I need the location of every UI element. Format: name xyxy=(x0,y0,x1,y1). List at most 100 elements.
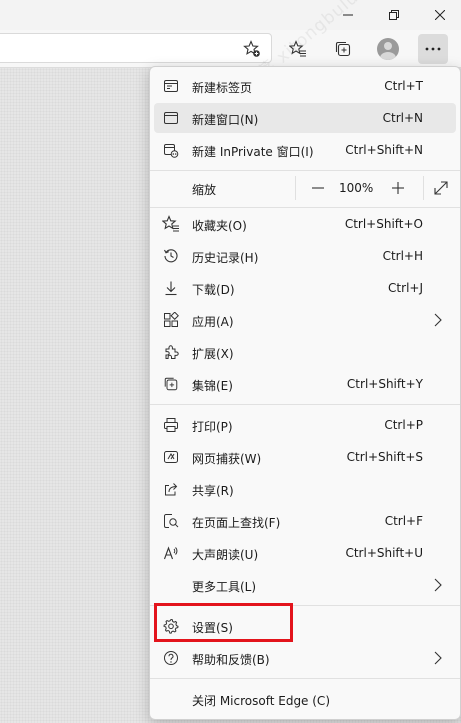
menu-item-find[interactable]: 在页面上查找(F) Ctrl+F xyxy=(154,506,456,536)
menu-separator xyxy=(150,678,460,679)
menu-item-shortcut: Ctrl+J xyxy=(388,281,423,295)
menu-item-shortcut: Ctrl+Shift+U xyxy=(345,546,423,560)
title-bar xyxy=(0,0,461,30)
menu-item-label: 收藏夹(O) xyxy=(192,219,247,233)
menu-item-shortcut: Ctrl+Shift+N xyxy=(345,143,423,157)
zoom-divider xyxy=(295,176,296,200)
menu-item-label: 帮助和反馈(B) xyxy=(192,653,270,667)
menu-separator xyxy=(150,605,460,606)
favorites-icon xyxy=(289,40,306,57)
close-button[interactable] xyxy=(417,0,461,30)
menu-item-print[interactable]: 打印(P) Ctrl+P xyxy=(154,410,456,440)
menu-item-shortcut: Ctrl+Shift+O xyxy=(344,217,423,231)
collections-icon xyxy=(162,375,180,393)
extensions-icon xyxy=(162,343,180,361)
menu-item-label: 集锦(E) xyxy=(192,379,233,393)
menu-item-close-edge[interactable]: 关闭 Microsoft Edge (C) xyxy=(154,684,456,714)
menu-item-settings[interactable]: 设置(S) xyxy=(154,611,456,641)
web-capture-icon xyxy=(162,448,180,466)
menu-item-extensions[interactable]: 扩展(X) xyxy=(154,337,456,367)
menu-item-label: 更多工具(L) xyxy=(192,580,257,594)
menu-item-favorites[interactable]: 收藏夹(O) Ctrl+Shift+O xyxy=(154,209,456,239)
zoom-out-button[interactable] xyxy=(305,175,331,201)
help-icon xyxy=(162,649,180,667)
inprivate-icon xyxy=(162,141,180,159)
menu-separator xyxy=(150,404,460,405)
add-favorite-icon xyxy=(243,40,260,57)
menu-item-inprivate[interactable]: 新建 InPrivate 窗口(I) Ctrl+Shift+N xyxy=(154,135,456,165)
zoom-value: 100% xyxy=(339,181,374,195)
close-icon xyxy=(435,10,445,20)
profile-icon xyxy=(377,38,399,60)
profile-button[interactable] xyxy=(373,34,403,64)
menu-item-label: 在页面上查找(F) xyxy=(192,516,281,530)
toolbar xyxy=(0,30,461,68)
menu-item-label: 关闭 Microsoft Edge (C) xyxy=(192,694,330,708)
zoom-out-icon xyxy=(312,187,324,189)
chevron-right-icon xyxy=(434,578,442,592)
more-icon xyxy=(425,47,441,51)
menu-item-shortcut: Ctrl+H xyxy=(382,249,423,263)
menu-item-web-capture[interactable]: 网页捕获(W) Ctrl+Shift+S xyxy=(154,442,456,472)
add-favorite-button[interactable] xyxy=(237,34,267,64)
menu-item-label: 新建标签页 xyxy=(192,81,253,95)
menu-item-label: 网页捕获(W) xyxy=(192,452,262,466)
menu-item-more-tools[interactable]: 更多工具(L) xyxy=(154,570,456,600)
history-icon xyxy=(162,247,180,265)
print-icon xyxy=(162,416,180,434)
new-tab-icon xyxy=(162,77,180,95)
menu-separator xyxy=(150,170,460,171)
menu-item-label: 历史记录(H) xyxy=(192,251,259,265)
zoom-in-button[interactable] xyxy=(385,175,411,201)
menu-item-shortcut: Ctrl+T xyxy=(384,79,423,93)
menu-item-label: 下载(D) xyxy=(192,283,235,297)
restore-button[interactable] xyxy=(371,0,417,30)
more-button[interactable] xyxy=(418,34,448,64)
collections-button[interactable] xyxy=(328,34,358,64)
minimize-icon xyxy=(343,14,353,16)
fullscreen-button[interactable] xyxy=(428,175,454,201)
menu-item-new-tab[interactable]: 新建标签页 Ctrl+T xyxy=(154,71,456,101)
menu-item-collections[interactable]: 集锦(E) Ctrl+Shift+Y xyxy=(154,369,456,399)
menu-item-label: 打印(P) xyxy=(192,420,233,434)
download-icon xyxy=(162,279,180,297)
apps-icon xyxy=(162,311,180,329)
restore-icon xyxy=(389,10,399,20)
minimize-button[interactable] xyxy=(325,0,371,30)
menu-item-help-feedback[interactable]: 帮助和反馈(B) xyxy=(154,643,456,673)
chevron-right-icon xyxy=(434,651,442,665)
menu-item-apps[interactable]: 应用(A) xyxy=(154,305,456,335)
settings-menu: 新建标签页 Ctrl+T 新建窗口(N) Ctrl+N 新建 InPrivate… xyxy=(149,66,461,720)
menu-item-new-window[interactable]: 新建窗口(N) Ctrl+N xyxy=(154,103,456,133)
menu-item-shortcut: Ctrl+N xyxy=(382,111,423,125)
menu-item-history[interactable]: 历史记录(H) Ctrl+H xyxy=(154,241,456,271)
favorites-button[interactable] xyxy=(283,34,313,64)
fullscreen-icon xyxy=(434,181,448,195)
menu-item-label: 新建窗口(N) xyxy=(192,113,259,127)
menu-item-share[interactable]: 共享(R) xyxy=(154,474,456,504)
menu-item-label: 新建 InPrivate 窗口(I) xyxy=(192,145,314,159)
zoom-row: 缩放 100% xyxy=(154,172,456,204)
favorites-icon xyxy=(162,215,180,233)
zoom-label: 缩放 xyxy=(192,183,217,197)
menu-item-shortcut: Ctrl+Shift+Y xyxy=(346,377,423,391)
menu-item-label: 扩展(X) xyxy=(192,347,234,361)
find-icon xyxy=(162,512,180,530)
read-aloud-icon xyxy=(162,544,180,562)
menu-item-label: 应用(A) xyxy=(192,315,234,329)
menu-item-shortcut: Ctrl+F xyxy=(384,514,423,528)
settings-icon xyxy=(162,617,180,635)
menu-item-shortcut: Ctrl+P xyxy=(384,418,423,432)
collections-icon xyxy=(335,41,351,57)
new-window-icon xyxy=(162,109,180,127)
menu-separator xyxy=(150,207,460,208)
menu-item-shortcut: Ctrl+Shift+S xyxy=(346,450,423,464)
menu-item-label: 大声朗读(U) xyxy=(192,548,259,562)
menu-item-downloads[interactable]: 下载(D) Ctrl+J xyxy=(154,273,456,303)
zoom-divider xyxy=(423,176,424,200)
menu-item-label: 设置(S) xyxy=(192,621,233,635)
menu-item-read-aloud[interactable]: 大声朗读(U) Ctrl+Shift+U xyxy=(154,538,456,568)
zoom-in-icon xyxy=(392,182,404,194)
address-bar[interactable] xyxy=(0,33,272,63)
chevron-right-icon xyxy=(434,313,442,327)
